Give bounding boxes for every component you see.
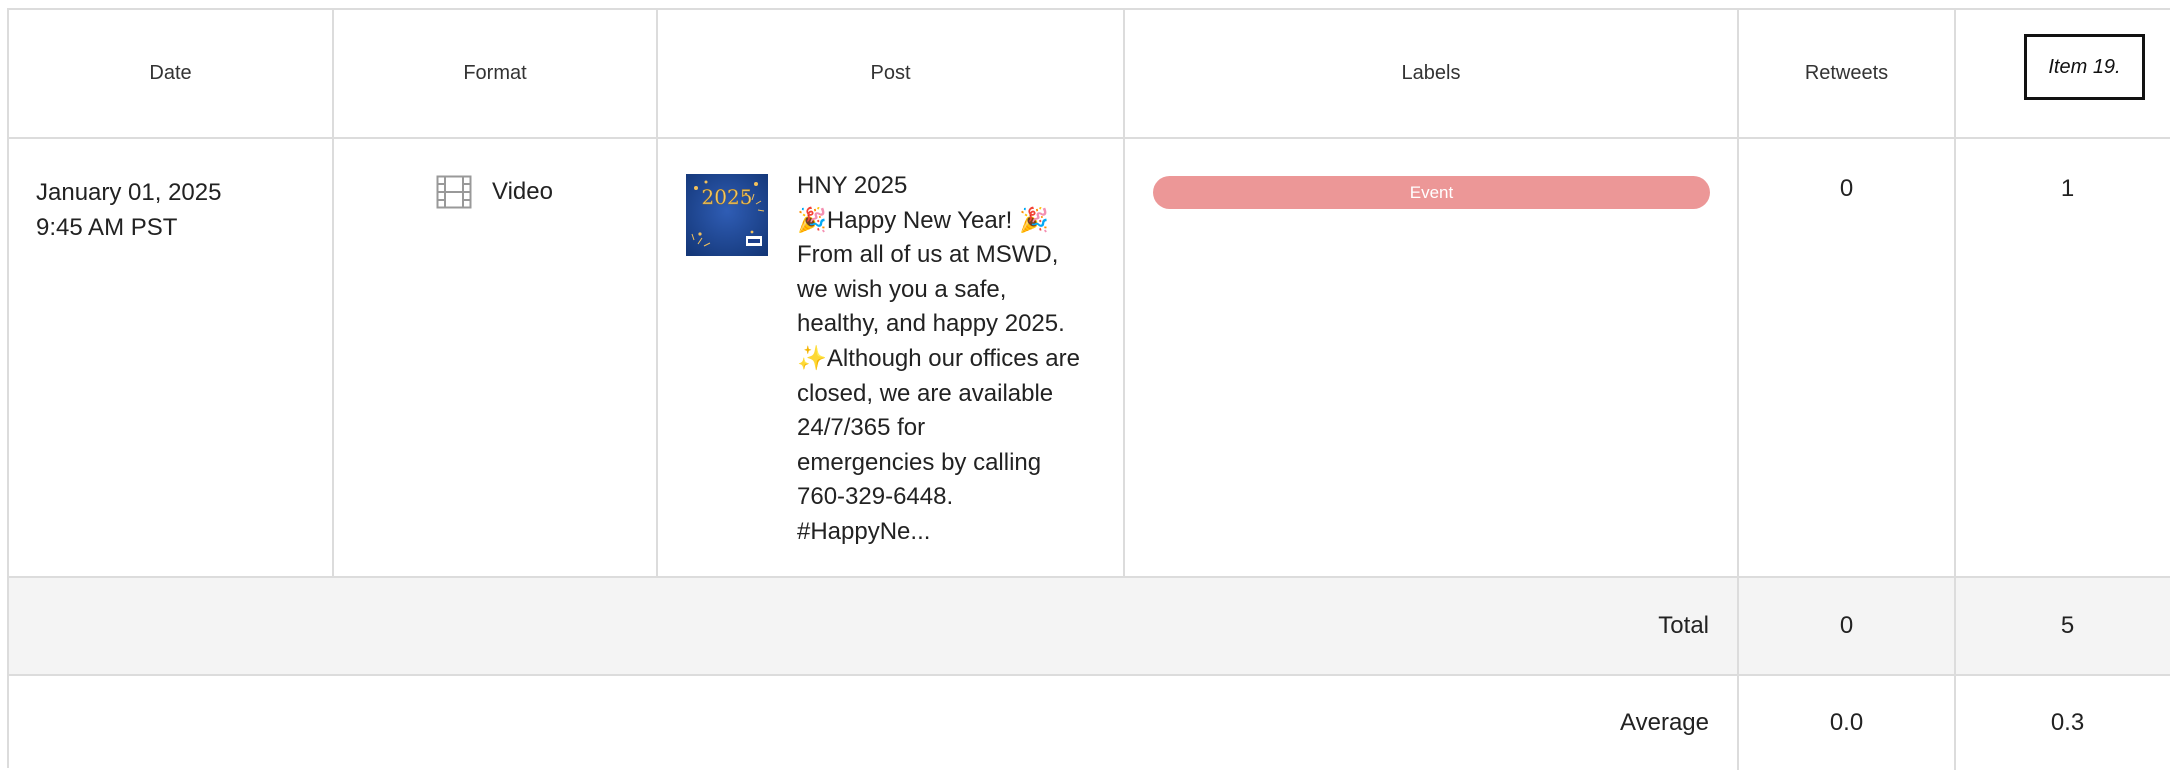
retweets-value: 0 xyxy=(1839,175,1854,202)
format-cell: Video xyxy=(334,139,658,578)
date-cell: January 01, 2025 9:45 AM PST xyxy=(9,139,334,578)
post-cell: 2025 HNY 2025 🎉Happy New Year! 🎉 From al… xyxy=(658,139,1125,578)
average-retweets-value: 0.0 xyxy=(1829,709,1864,736)
average-retweets-cell: 0.0 xyxy=(1739,676,1956,770)
average-label-cell: Average xyxy=(9,676,1739,770)
column-header-retweets[interactable]: Retweets xyxy=(1739,10,1956,139)
column-header-date[interactable]: Date xyxy=(9,10,334,139)
table-header-row: Date Format Post Labels Retweets xyxy=(9,10,2170,139)
column-header-format[interactable]: Format xyxy=(334,10,658,139)
format-value: Video xyxy=(436,175,553,209)
partial-column-cell: 1 xyxy=(1956,139,2170,578)
partial-column-value: 1 xyxy=(2060,175,2075,202)
analytics-table: Date Format Post Labels Retweets January… xyxy=(7,8,2170,770)
total-retweets-value: 0 xyxy=(1839,612,1854,639)
retweets-cell: 0 xyxy=(1739,139,1956,578)
post-date-day: January 01, 2025 xyxy=(36,179,222,206)
average-label: Average xyxy=(1620,709,1709,736)
total-label-cell: Total xyxy=(9,578,1739,676)
total-row: Total 0 5 xyxy=(9,578,2170,676)
average-row: Average 0.0 0.3 xyxy=(9,676,2170,770)
table-row[interactable]: January 01, 2025 9:45 AM PST Video 2025 … xyxy=(9,139,2170,578)
format-label: Video xyxy=(492,178,553,205)
label-badge-event[interactable]: Event xyxy=(1153,176,1710,209)
column-header-post[interactable]: Post xyxy=(658,10,1125,139)
post-thumbnail[interactable]: 2025 xyxy=(686,174,768,256)
post-text[interactable]: HNY 2025 🎉Happy New Year! 🎉 From all of … xyxy=(797,169,1097,550)
labels-cell: Event xyxy=(1125,139,1739,578)
column-header-labels[interactable]: Labels xyxy=(1125,10,1739,139)
average-partial-value: 0.3 xyxy=(2050,709,2085,736)
post-date: January 01, 2025 9:45 AM PST xyxy=(36,175,221,245)
total-partial-cell: 5 xyxy=(1956,578,2170,676)
total-label: Total xyxy=(1658,612,1709,639)
total-partial-value: 5 xyxy=(2060,612,2075,639)
post-date-time: 9:45 AM PST xyxy=(36,214,178,241)
item-tag: Item 19. xyxy=(2024,34,2145,100)
film-icon xyxy=(436,175,472,209)
thumbnail-year-text: 2025 xyxy=(702,185,753,209)
average-partial-cell: 0.3 xyxy=(1956,676,2170,770)
total-retweets-cell: 0 xyxy=(1739,578,1956,676)
